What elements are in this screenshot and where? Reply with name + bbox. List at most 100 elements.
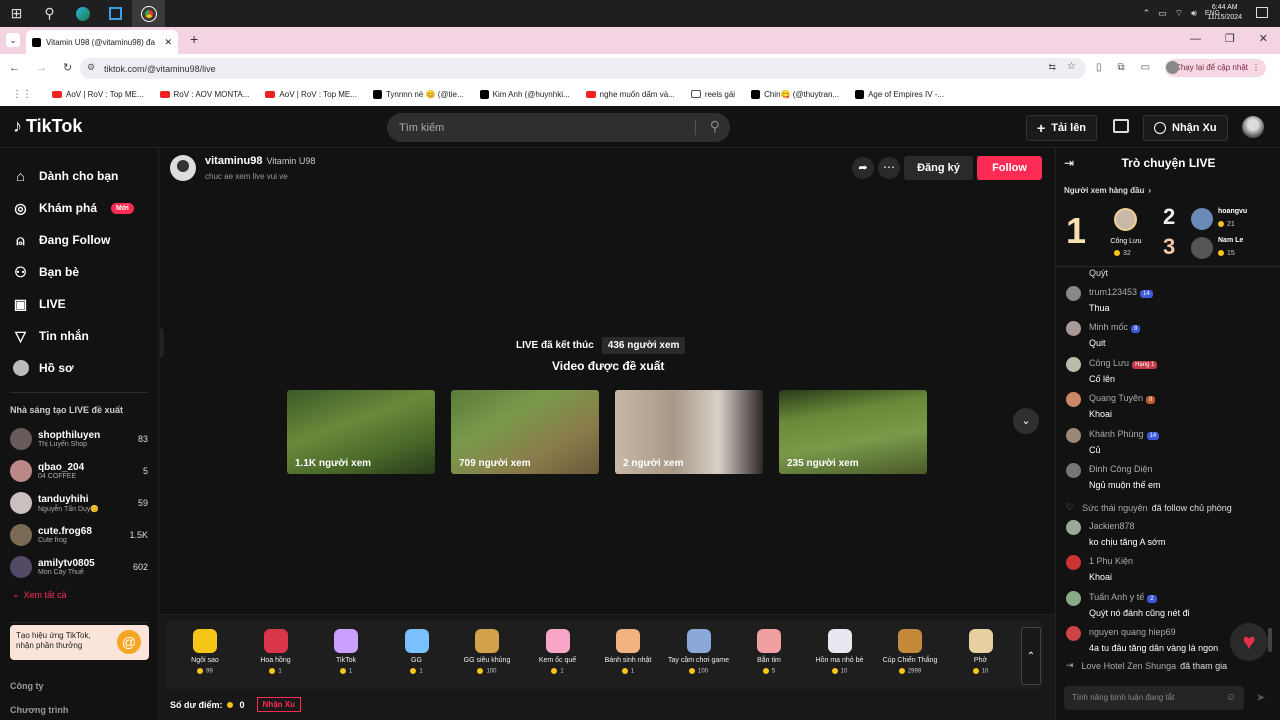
more-options-icon[interactable]: ⋯ (878, 157, 900, 179)
update-button[interactable]: Chạy lại để cập nhật ⋮ (1165, 59, 1266, 77)
chat-username[interactable]: Love Hotel Zen Shunga (1082, 661, 1177, 671)
clock[interactable]: 6:44 AM 11/15/2024 (1207, 3, 1242, 23)
bookmark-star-icon[interactable]: ☆ (1067, 61, 1076, 72)
volume-icon[interactable]: 🔊︎ (1191, 8, 1197, 19)
wifi-icon[interactable]: ⌔ (1175, 8, 1183, 19)
tiktok-logo[interactable]: ♪ TikTok (13, 116, 82, 137)
subscribe-button[interactable]: Đăng ký (904, 156, 973, 180)
comment-input[interactable]: Tính năng bình luận đang tắt ☺ (1064, 686, 1244, 710)
scrollbar[interactable] (1268, 628, 1272, 652)
sidebar-item-explore[interactable]: ◎ Khám phá Mới (0, 192, 158, 224)
chat-username[interactable]: Khánh Phùng (1089, 429, 1144, 439)
sidebar-item-following[interactable]: ⍝ Đang Follow (0, 224, 158, 256)
user-avatar[interactable] (1242, 116, 1264, 138)
heart-icon[interactable]: ♥ (1230, 623, 1268, 661)
top-viewer-avatar[interactable] (1191, 237, 1213, 259)
avatar[interactable] (1066, 286, 1081, 301)
gift-item[interactable]: GG siêu khủng 100 (452, 629, 522, 675)
effect-promo-banner[interactable]: Tạo hiệu ứng TikTok, nhận phần thưởng @ (10, 625, 149, 660)
bookmark[interactable]: Tynnnn nè 😊 (@tie... (372, 89, 464, 99)
chat-username[interactable]: nguyen quang hiep69 (1089, 627, 1176, 637)
suggested-live-thumbnail[interactable]: 1.1K người xem (287, 390, 435, 474)
translate-icon[interactable]: ⇆ (1048, 62, 1056, 73)
forward-icon[interactable]: → (36, 62, 47, 74)
close-tab-icon[interactable]: ✕ (164, 37, 172, 48)
see-all-link[interactable]: ⌄ Xem tất cả (0, 583, 158, 606)
notification-icon[interactable] (1256, 7, 1268, 18)
site-info-icon[interactable]: ⚙ (87, 62, 95, 73)
top-viewer-avatar[interactable] (1191, 208, 1213, 230)
restore-button[interactable]: ❐ (1225, 32, 1235, 45)
sidebar-item-profile[interactable]: Hồ sơ (0, 352, 158, 384)
gift-item[interactable]: GG 1 (382, 629, 452, 675)
bookmark[interactable]: Chin😋 (@thuytran... (751, 89, 839, 99)
minimize-button[interactable]: — (1190, 33, 1201, 45)
chrome-icon[interactable] (132, 0, 165, 27)
search-icon[interactable]: ⚲ (33, 0, 66, 27)
chat-username[interactable]: Jackien878 (1089, 521, 1135, 531)
top-viewer-avatar[interactable] (1114, 208, 1137, 231)
avatar[interactable] (1066, 321, 1081, 336)
chat-username[interactable]: 1 Phụ Kiện (1089, 556, 1133, 566)
avatar[interactable] (1066, 357, 1081, 372)
edge-icon[interactable] (66, 0, 99, 27)
avatar[interactable] (1066, 626, 1081, 641)
gift-item[interactable]: TikTok 1 (311, 629, 381, 675)
suggested-live-thumbnail[interactable]: 2 người xem (615, 390, 763, 474)
chat-username[interactable]: Công Lưu (1089, 358, 1129, 368)
creator-item[interactable]: tanduyhihi Nguyễn Tấn Duy😊 59 (0, 487, 158, 519)
sidebar-item-live[interactable]: ▣ LIVE (0, 288, 158, 320)
extensions-icon[interactable]: ⧉ (1118, 62, 1125, 73)
footer-link[interactable]: Công ty (10, 681, 44, 691)
bookmark[interactable]: RoV : AOV MONTA... (159, 90, 249, 99)
back-icon[interactable]: ← (9, 62, 20, 74)
avatar[interactable] (1066, 520, 1081, 535)
creator-item[interactable]: amilytv0805 Mon Cày Thuê 602 (0, 551, 158, 583)
new-tab-button[interactable]: + (190, 31, 198, 47)
bookmark[interactable]: nghe muốn dấm và... (585, 90, 675, 99)
send-icon[interactable]: ➤ (1256, 691, 1265, 704)
tab-active[interactable]: Vitamin U98 (@vitaminu98) đa ✕ (26, 30, 178, 54)
sidebar-icon[interactable]: ▭ (1141, 62, 1150, 73)
avatar[interactable] (1066, 392, 1081, 407)
search-icon[interactable]: ⚲ (710, 118, 720, 135)
avatar[interactable] (1066, 463, 1081, 478)
apps-grid-icon[interactable]: ⋮⋮ (12, 89, 32, 100)
sidebar-item-friends[interactable]: ⚇ Bạn bè (0, 256, 158, 288)
app-icon[interactable] (99, 0, 132, 27)
get-coins-button[interactable]: Nhận Xu (1143, 115, 1228, 141)
close-window-button[interactable]: ✕ (1259, 32, 1268, 45)
gift-item[interactable]: Bắn tim 5 (734, 629, 804, 675)
follow-button[interactable]: Follow (977, 156, 1042, 180)
reload-icon[interactable]: ↻ (63, 61, 72, 74)
chat-username[interactable]: trum123453 (1089, 287, 1137, 297)
gift-item[interactable]: Ngôi sao 99 (170, 629, 240, 675)
get-coins-small-button[interactable]: Nhận Xu (256, 697, 301, 712)
bookmark[interactable]: AoV | RoV : Top ME... (52, 90, 144, 99)
gift-item[interactable]: Hồn ma nhỏ bé 10 (805, 629, 875, 675)
gift-item[interactable]: Tay cầm chơi game 100 (664, 629, 734, 675)
bookmark[interactable]: reels gái (690, 90, 735, 99)
profile-avatar[interactable] (1166, 61, 1180, 74)
chat-username[interactable]: Tuấn Anh y tế (1089, 592, 1144, 602)
footer-link[interactable]: Chương trình (10, 705, 68, 715)
suggested-live-thumbnail[interactable]: 235 người xem (779, 390, 927, 474)
suggested-live-thumbnail[interactable]: 709 người xem (451, 390, 599, 474)
avatar[interactable] (1066, 591, 1081, 606)
sidebar-item-for-you[interactable]: ⌂ Dành cho bạn (0, 160, 158, 192)
gift-item[interactable]: Kem ốc quế 1 (523, 629, 593, 675)
inbox-icon[interactable] (1113, 119, 1129, 133)
chevron-up-icon[interactable]: ⌃ (1143, 8, 1151, 19)
avatar[interactable] (1066, 555, 1081, 570)
search-input[interactable]: Tìm kiếm ⚲ (387, 113, 730, 142)
windows-start-icon[interactable]: ⊞ (0, 0, 33, 27)
top-viewers-link[interactable]: Người xem hàng đầu › (1064, 186, 1151, 195)
gift-item[interactable]: Phở 10 (946, 629, 1016, 675)
bookmark[interactable]: AoV | RoV : Top ME... (265, 90, 357, 99)
bookmark[interactable]: Kim Anh (@huynhki... (479, 89, 570, 99)
avatar[interactable] (1066, 428, 1081, 443)
emoji-icon[interactable]: ☺ (1226, 686, 1236, 710)
streamer-avatar[interactable] (170, 155, 196, 181)
chat-username[interactable]: Đinh Công Diện (1089, 464, 1153, 474)
bookmark[interactable]: Age of Empires IV -... (855, 89, 944, 99)
